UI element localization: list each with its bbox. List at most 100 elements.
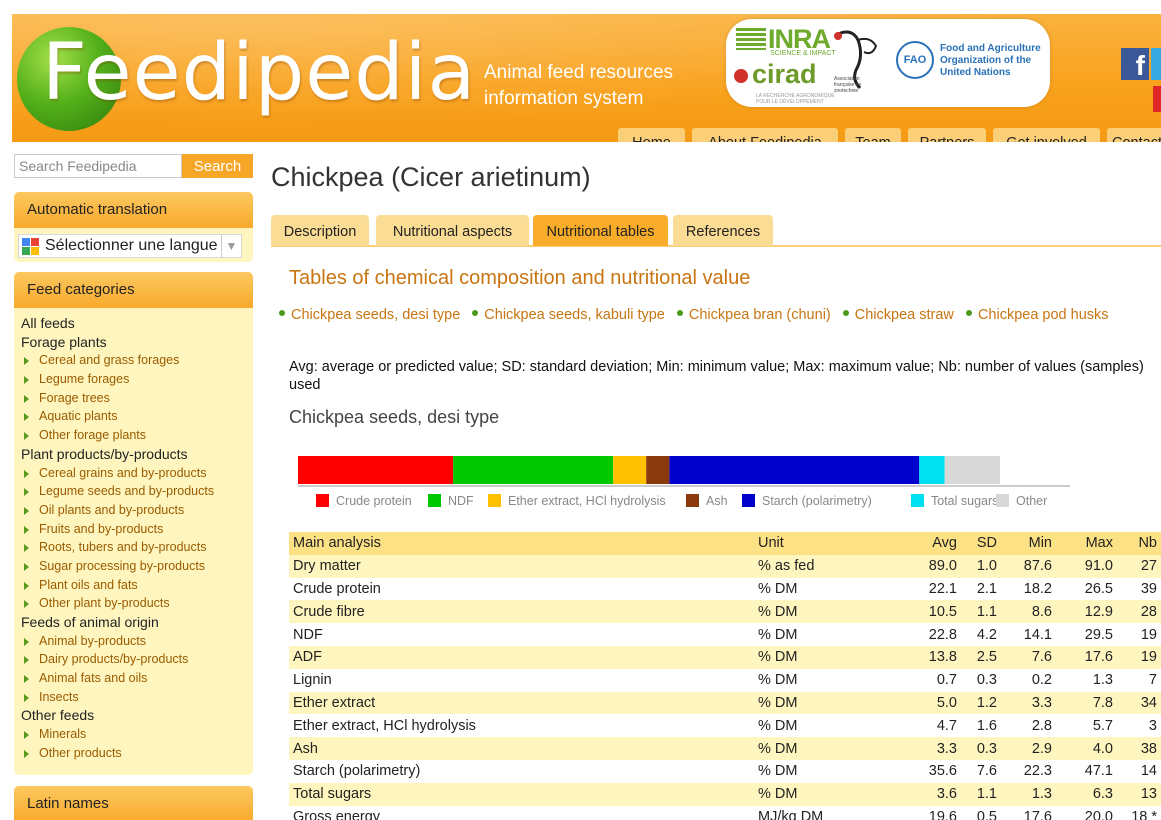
legend-label-0: Crude protein bbox=[336, 494, 412, 508]
analysis-unit: % DM bbox=[758, 649, 798, 666]
bullet-icon bbox=[472, 310, 479, 316]
search-button[interactable]: Search bbox=[182, 154, 253, 178]
analysis-name: Ether extract bbox=[293, 694, 376, 711]
translation-panel: Automatic translation Sélectionner une l… bbox=[14, 192, 253, 262]
fao-emblem-icon[interactable]: FAO bbox=[896, 41, 934, 79]
subcategory-link[interactable]: Roots, tubers and by-products bbox=[21, 538, 251, 557]
google-translate-icon bbox=[22, 238, 39, 255]
feed-type-link[interactable]: Chickpea seeds, desi type bbox=[291, 307, 460, 323]
composition-chart: Crude protein NDF Ether extract, HCl hydro… bbox=[298, 456, 1070, 508]
subcategory-link[interactable]: Oil plants and by-products bbox=[21, 501, 251, 520]
analysis-value: 2.9 bbox=[1031, 740, 1052, 757]
analysis-value: 7.6 bbox=[976, 763, 997, 780]
twitter-icon[interactable] bbox=[1151, 48, 1161, 80]
subcategory-link[interactable]: Other products bbox=[21, 744, 251, 763]
subcategory-link[interactable]: Animal fats and oils bbox=[21, 669, 251, 688]
latin-names-panel: Latin names bbox=[14, 786, 253, 820]
fao-logo-text[interactable]: Food and Agriculture Organization of the… bbox=[940, 43, 1048, 79]
analysis-value: 0.7 bbox=[936, 672, 957, 689]
dropdown-caret-icon: ▼ bbox=[221, 235, 241, 257]
bar-segment-3 bbox=[646, 456, 670, 484]
analysis-name: Starch (polarimetry) bbox=[293, 763, 421, 780]
bullet-arrow-icon bbox=[24, 544, 29, 553]
bullet-arrow-icon bbox=[24, 581, 29, 590]
tab-description[interactable]: Description bbox=[271, 215, 369, 246]
content-tabs: Description Nutritional aspects Nutritio… bbox=[271, 215, 1161, 247]
subcategory-link[interactable]: Legume forages bbox=[21, 370, 251, 389]
bar-segment-1 bbox=[453, 456, 614, 484]
analysis-unit: % DM bbox=[758, 763, 798, 780]
subcategory-link[interactable]: Aquatic plants bbox=[21, 407, 251, 426]
tab-references[interactable]: References bbox=[673, 215, 773, 246]
nav-contact[interactable]: Contact bbox=[1107, 128, 1161, 142]
bar-segment-6 bbox=[944, 456, 1000, 484]
table-row: Total sugars % DM 3.6 1.1 1.3 6.3 13 bbox=[289, 782, 1161, 806]
analysis-value: 1.0 bbox=[976, 558, 997, 575]
analysis-unit: % DM bbox=[758, 626, 798, 643]
column-header: Nb bbox=[1138, 535, 1157, 552]
subcategory-link[interactable]: Cereal and grass forages bbox=[21, 351, 251, 370]
cirad-logo[interactable]: cirad bbox=[734, 59, 817, 90]
search-input[interactable] bbox=[14, 154, 182, 178]
latin-names-heading[interactable]: Latin names bbox=[14, 786, 253, 820]
facebook-icon[interactable]: f bbox=[1121, 48, 1149, 81]
tab-nutritional-aspects[interactable]: Nutritional aspects bbox=[376, 215, 529, 246]
legend-swatch-4 bbox=[742, 494, 755, 507]
nav-team[interactable]: Team bbox=[845, 128, 901, 142]
column-header: Min bbox=[1028, 535, 1052, 552]
analysis-value: 12.9 bbox=[1084, 603, 1113, 620]
analysis-value: 20.0 bbox=[1084, 808, 1113, 820]
category-other-feeds[interactable]: Other feeds bbox=[21, 706, 251, 725]
legend-swatch-3 bbox=[686, 494, 699, 507]
subcategory-link[interactable]: Forage trees bbox=[21, 389, 251, 408]
legend-swatch-6 bbox=[996, 494, 1009, 507]
subcategory-link[interactable]: Cereal grains and by-products bbox=[21, 464, 251, 483]
subcategory-link[interactable]: Legume seeds and by-products bbox=[21, 482, 251, 501]
subcategory-link[interactable]: Insects bbox=[21, 688, 251, 707]
bullet-arrow-icon bbox=[24, 413, 29, 422]
category-animal-origin[interactable]: Feeds of animal origin bbox=[21, 613, 251, 632]
site-logo[interactable]: Feedipedia bbox=[42, 34, 476, 112]
nav-home[interactable]: Home bbox=[618, 128, 685, 142]
subcategory-link[interactable]: Fruits and by-products bbox=[21, 520, 251, 539]
category-all-feeds[interactable]: All feeds bbox=[21, 314, 251, 333]
analysis-value: 2.1 bbox=[976, 580, 997, 597]
subcategory-link[interactable]: Plant oils and fats bbox=[21, 576, 251, 595]
table-row: Starch (polarimetry) % DM 35.6 7.6 22.3 47.1 1… bbox=[289, 759, 1161, 783]
analysis-value: 18.2 bbox=[1023, 580, 1052, 597]
nav-partners[interactable]: Partners bbox=[908, 128, 986, 142]
language-select-label: Sélectionner une langue bbox=[45, 237, 218, 254]
subcategory-link[interactable]: Animal by-products bbox=[21, 632, 251, 651]
feed-type-link[interactable]: Chickpea seeds, kabuli type bbox=[484, 307, 665, 323]
subcategory-link[interactable]: Minerals bbox=[21, 725, 251, 744]
analysis-value: 19 bbox=[1140, 649, 1157, 666]
legend-swatch-5 bbox=[911, 494, 924, 507]
analysis-value: 0.3 bbox=[976, 672, 997, 689]
bullet-arrow-icon bbox=[24, 394, 29, 403]
analysis-value: 87.6 bbox=[1023, 558, 1052, 575]
analysis-value: 3.6 bbox=[936, 786, 957, 803]
feed-type-link[interactable]: Chickpea straw bbox=[855, 307, 954, 323]
bullet-arrow-icon bbox=[24, 506, 29, 515]
analysis-unit: % as fed bbox=[758, 558, 815, 575]
feed-categories-panel: Feed categories All feeds Forage plants … bbox=[14, 272, 253, 775]
nav-about[interactable]: About Feedipedia bbox=[692, 128, 838, 142]
legend-swatch-0 bbox=[316, 494, 329, 507]
feed-type-link[interactable]: Chickpea bran (chuni) bbox=[689, 307, 831, 323]
analysis-value: 19 bbox=[1140, 626, 1157, 643]
language-select[interactable]: Sélectionner une langue ▼ bbox=[18, 234, 242, 258]
category-plant-products[interactable]: Plant products/by-products bbox=[21, 445, 251, 464]
cirad-subtitle: LA RECHERCHE AGRONOMIQUE POUR LE DÉVELOP… bbox=[756, 93, 835, 105]
bullet-icon bbox=[965, 310, 972, 316]
subcategory-link[interactable]: Dairy products/by-products bbox=[21, 650, 251, 669]
category-forage-plants[interactable]: Forage plants bbox=[21, 333, 251, 352]
nav-get-involved[interactable]: Get involved bbox=[993, 128, 1100, 142]
subcategory-link[interactable]: Other plant by-products bbox=[21, 594, 251, 613]
youtube-icon[interactable] bbox=[1153, 86, 1161, 112]
feed-type-link[interactable]: Chickpea pod husks bbox=[978, 307, 1109, 323]
tab-nutritional-tables[interactable]: Nutritional tables bbox=[533, 215, 668, 246]
subcategory-link[interactable]: Sugar processing by-products bbox=[21, 557, 251, 576]
analysis-value: 1.3 bbox=[1092, 672, 1113, 689]
analysis-value: 7 bbox=[1148, 672, 1157, 689]
subcategory-link[interactable]: Other forage plants bbox=[21, 426, 251, 445]
